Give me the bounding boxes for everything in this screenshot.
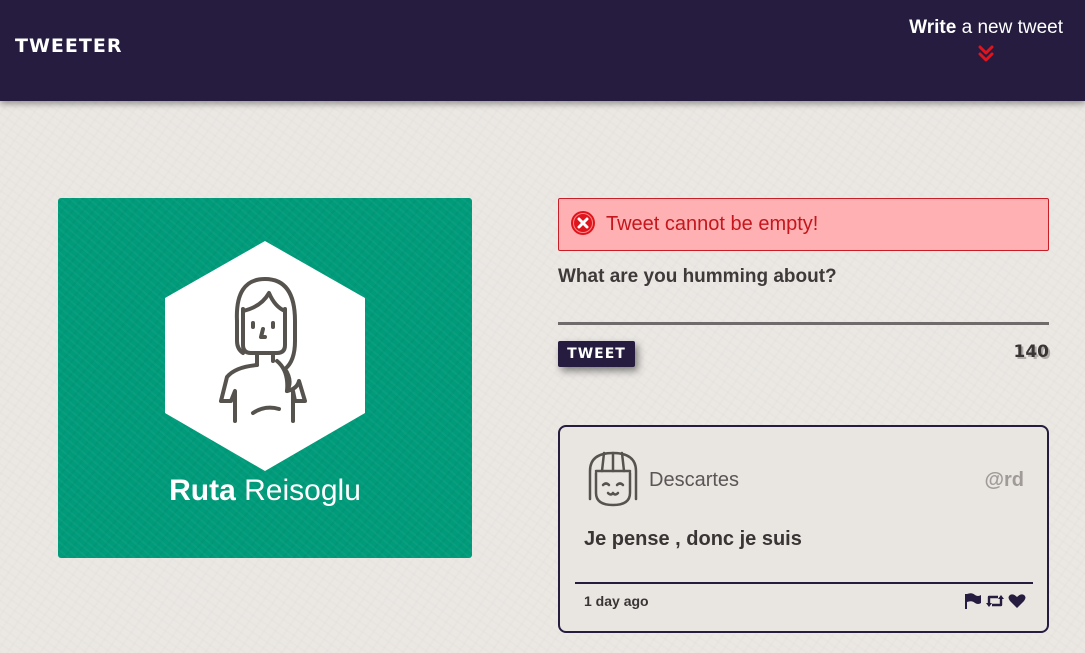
tweet-author-handle: @rd xyxy=(984,469,1024,491)
tweet-submit-button[interactable]: TWEET xyxy=(558,341,635,367)
compose-toggle-strong: Write xyxy=(909,17,957,38)
error-alert: Tweet cannot be empty! xyxy=(558,198,1049,251)
tweet-timestamp: 1 day ago xyxy=(584,593,649,609)
smiling-face-icon xyxy=(586,449,640,509)
retweet-icon[interactable] xyxy=(985,593,1005,609)
profile-card: Ruta Reisoglu xyxy=(58,198,472,558)
top-nav: TWEETER Write a new tweet xyxy=(0,0,1085,101)
heart-icon[interactable] xyxy=(1008,593,1026,609)
write-new-tweet-toggle[interactable]: Write a new tweet xyxy=(909,17,1063,69)
tweet-textarea[interactable] xyxy=(558,322,1049,325)
error-message: Tweet cannot be empty! xyxy=(606,213,819,235)
double-chevron-down-icon[interactable] xyxy=(909,45,1063,69)
tweet-divider xyxy=(575,582,1033,584)
girl-avatar-icon xyxy=(165,241,365,471)
compose-prompt-label: What are you humming about? xyxy=(558,266,837,287)
profile-username: Ruta Reisoglu xyxy=(58,474,472,508)
tweet-author-name: Descartes xyxy=(649,469,740,491)
tweet-actions xyxy=(964,593,1026,609)
last-name: Reisoglu xyxy=(244,474,361,507)
tweet-text: Je pense , donc je suis xyxy=(584,528,802,550)
flag-icon[interactable] xyxy=(964,593,982,609)
tweet-card: Descartes @rd Je pense , donc je suis 1 … xyxy=(558,425,1049,633)
brand-logo[interactable]: TWEETER xyxy=(15,35,122,57)
compose-toggle-light: a new tweet xyxy=(961,17,1063,38)
profile-avatar xyxy=(165,241,365,471)
error-x-icon xyxy=(559,210,596,240)
char-counter: 140 xyxy=(1013,342,1050,362)
first-name: Ruta xyxy=(169,474,236,507)
